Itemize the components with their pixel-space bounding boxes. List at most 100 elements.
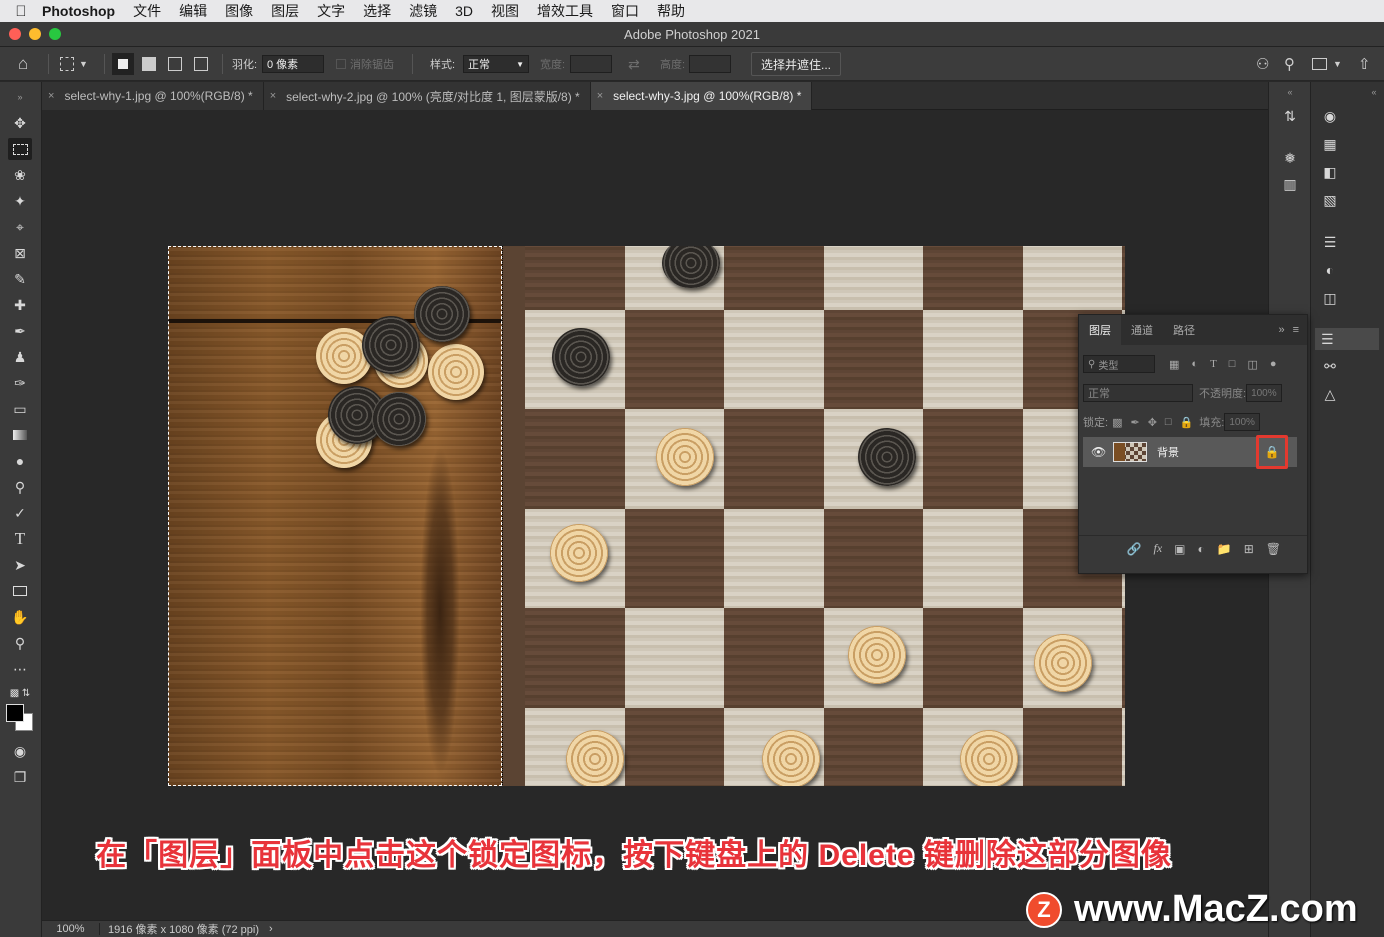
filter-shape-icon[interactable]: □ (1229, 358, 1236, 370)
fx-icon[interactable]: fx (1153, 541, 1162, 556)
quick-mask-icon[interactable]: ◉ (8, 740, 32, 762)
foreground-color-swatch[interactable] (6, 704, 24, 722)
fill-input[interactable]: 100% (1224, 413, 1261, 431)
link-layers-icon[interactable]: 🔗 (1127, 542, 1142, 556)
filter-kind-select[interactable]: ⚲ 类型 (1083, 355, 1155, 373)
app-menu[interactable]: Photoshop (42, 3, 115, 19)
lasso-tool-icon[interactable]: ❀ (8, 164, 32, 186)
menu-window[interactable]: 窗口 (611, 1, 639, 21)
intersect-selection-button[interactable] (194, 47, 208, 81)
crop-tool-icon[interactable]: ⌖ (8, 216, 32, 238)
width-input[interactable] (570, 55, 612, 73)
menu-type[interactable]: 文字 (317, 1, 345, 21)
collapse-icon[interactable]: » (8, 86, 32, 108)
adjustments-panel-icon[interactable]: ◐ (1319, 260, 1341, 280)
frame-tool-icon[interactable]: ⊠ (8, 242, 32, 264)
filter-pixel-icon[interactable]: ▦ (1169, 358, 1179, 371)
delete-layer-icon[interactable]: 🗑 (1266, 542, 1281, 556)
menu-select[interactable]: 选择 (363, 1, 391, 21)
zoom-level[interactable]: 100% (42, 923, 100, 935)
hand-tool-icon[interactable]: ✋ (8, 606, 32, 628)
quick-select-tool-icon[interactable]: ✦ (8, 190, 32, 212)
healing-brush-tool-icon[interactable]: ✚ (8, 294, 32, 316)
learn-icon[interactable]: ⚇ (1256, 47, 1269, 81)
subtract-selection-button[interactable] (168, 47, 182, 81)
stamp-tool-icon[interactable]: ♟ (8, 346, 32, 368)
history-panel-icon[interactable]: ⇅ (1279, 106, 1301, 126)
close-tab-icon[interactable]: × (270, 90, 276, 102)
lock-artboard-icon[interactable]: □ (1165, 416, 1172, 428)
eye-icon[interactable]: 👁 (1091, 445, 1106, 459)
menu-file[interactable]: 文件 (133, 1, 161, 21)
pen-tool-icon[interactable]: ✓ (8, 502, 32, 524)
zoom-tool-icon[interactable]: ⚲ (8, 632, 32, 654)
gradient-tool-icon[interactable] (8, 424, 32, 446)
brush-settings-icon[interactable]: ❅ (1279, 148, 1301, 168)
document-tab[interactable]: × select-why-1.jpg @ 100%(RGB/8) * (42, 82, 264, 110)
document-tab-active[interactable]: × select-why-3.jpg @ 100%(RGB/8) * (590, 82, 813, 110)
swatches-panel-icon[interactable]: ▦ (1319, 134, 1341, 154)
select-and-mask-button[interactable]: 选择并遮住... (751, 52, 842, 76)
menu-help[interactable]: 帮助 (657, 1, 685, 21)
layer-name[interactable]: 背景 (1157, 444, 1179, 460)
tab-channels[interactable]: 通道 (1121, 315, 1163, 345)
lock-all-icon[interactable]: 🔒 (1180, 416, 1194, 429)
color-panel-icon[interactable]: ◉ (1319, 106, 1341, 126)
search-icon[interactable]: ⚲ (1284, 47, 1295, 81)
expand-icon[interactable]: » (1274, 315, 1288, 345)
share-icon[interactable]: ⇧ (1358, 47, 1371, 81)
new-adjustment-icon[interactable]: ◐ (1198, 542, 1205, 556)
dodge-tool-icon[interactable]: ⚲ (8, 476, 32, 498)
marquee-preset-picker[interactable]: ▼ (60, 47, 88, 81)
blur-tool-icon[interactable]: ● (8, 450, 32, 472)
eyedropper-tool-icon[interactable]: ✎ (8, 268, 32, 290)
more-tools-icon[interactable]: ⋯ (8, 658, 32, 680)
blend-mode-select[interactable]: 正常 (1083, 384, 1193, 402)
apple-icon[interactable]:  (0, 3, 42, 20)
history-brush-tool-icon[interactable]: ✑ (8, 372, 32, 394)
menu-edit[interactable]: 编辑 (179, 1, 207, 21)
panel-menu-icon[interactable]: ≡ (1289, 315, 1307, 345)
type-tool-icon[interactable]: T (8, 528, 32, 550)
filter-smart-object-icon[interactable]: ◫ (1247, 358, 1257, 371)
rectangle-tool-icon[interactable] (8, 580, 32, 602)
home-icon[interactable]: ⌂ (18, 47, 28, 81)
menu-view[interactable]: 视图 (491, 1, 519, 21)
close-tab-icon[interactable]: × (597, 90, 603, 102)
new-layer-icon[interactable]: ⊞ (1244, 542, 1254, 556)
close-tab-icon[interactable]: × (48, 90, 54, 102)
filter-adjustment-icon[interactable]: ◐ (1191, 358, 1198, 370)
workspace-icon[interactable]: ▼ (1312, 47, 1342, 81)
add-selection-button[interactable] (142, 47, 156, 81)
new-group-icon[interactable]: 📁 (1217, 542, 1232, 556)
height-input[interactable] (689, 55, 731, 73)
antialias-checkbox[interactable]: 消除锯齿 (336, 47, 394, 81)
add-mask-icon[interactable]: ▣ (1174, 542, 1185, 556)
tab-layers[interactable]: 图层 (1079, 315, 1121, 345)
paths-panel-icon[interactable]: △ (1319, 384, 1341, 404)
menu-3d[interactable]: 3D (455, 3, 473, 19)
swap-icon[interactable]: ⇄ (628, 47, 640, 81)
histogram-icon[interactable]: ▥ (1279, 174, 1301, 194)
document-image[interactable] (168, 246, 1125, 786)
lock-icon[interactable]: 🔒 (1265, 445, 1280, 459)
menu-filter[interactable]: 滤镜 (409, 1, 437, 21)
lock-image-icon[interactable]: ✒ (1130, 416, 1139, 429)
menu-image[interactable]: 图像 (225, 1, 253, 21)
gradients-panel-icon[interactable]: ◧ (1319, 162, 1341, 182)
filter-type-icon[interactable]: T (1210, 358, 1217, 370)
brush-tool-icon[interactable]: ✒ (8, 320, 32, 342)
channels-panel-icon[interactable]: ⚯ (1319, 356, 1341, 376)
screen-mode-icon[interactable]: ❐ (8, 766, 32, 788)
chevron-right-icon[interactable]: › (269, 923, 273, 935)
collapse-icon[interactable]: « (1363, 82, 1384, 102)
tab-paths[interactable]: 路径 (1163, 315, 1205, 345)
document-tab[interactable]: × select-why-2.jpg @ 100% (亮度/对比度 1, 图层蒙… (263, 82, 591, 110)
patterns-panel-icon[interactable]: ▧ (1319, 190, 1341, 210)
opacity-input[interactable]: 100% (1246, 384, 1283, 402)
rect-marquee-tool-icon[interactable] (8, 138, 32, 160)
feather-input[interactable]: 0 像素 (262, 55, 324, 73)
path-select-tool-icon[interactable]: ➤ (8, 554, 32, 576)
lock-transparent-icon[interactable]: ▩ (1112, 416, 1122, 429)
menu-layer[interactable]: 图层 (271, 1, 299, 21)
